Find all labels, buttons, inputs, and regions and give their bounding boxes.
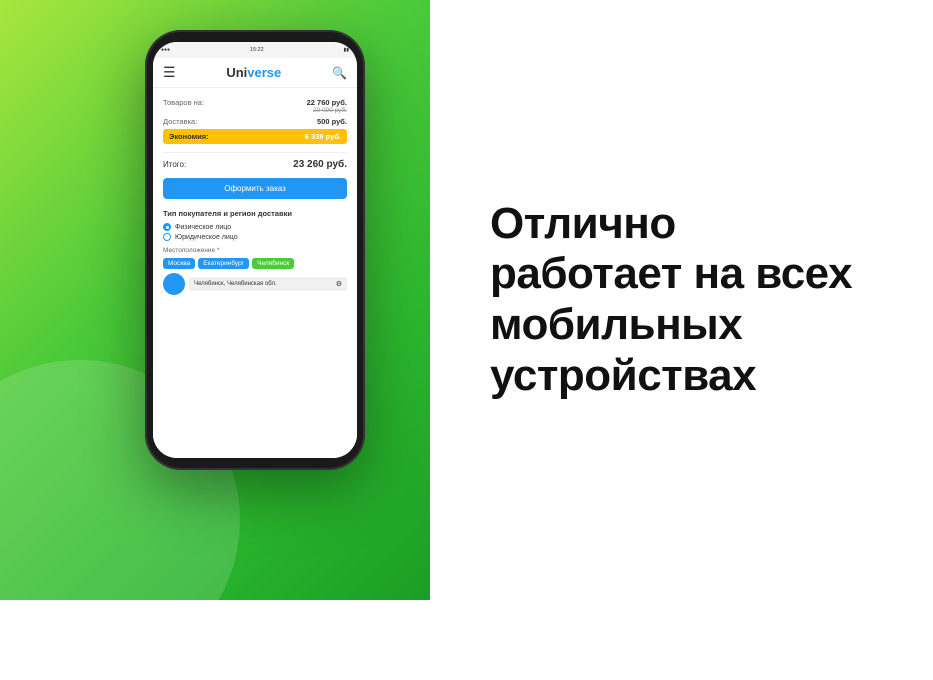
order-button[interactable]: Оформить заказ xyxy=(163,178,347,199)
total-label: Итого: xyxy=(163,160,186,169)
buyer-section-title: Тип покупателя и регион доставки xyxy=(163,209,347,218)
phone-screen: ●●● 15:22 ▮▮ ☰ Universe 🔍 Товаров на: 22… xyxy=(153,42,357,458)
headline: Отлично работает на всех мобильных устро… xyxy=(490,199,852,401)
battery-icon: ▮▮ xyxy=(343,47,349,53)
chip-moscow[interactable]: Москва xyxy=(163,258,195,269)
delivery-row: Доставка: 500 руб. xyxy=(163,117,347,126)
signal-icon: ●●● xyxy=(161,47,170,53)
logo-part1: Uni xyxy=(226,65,247,80)
location-label: Местоположение * xyxy=(163,247,347,254)
radio-inner xyxy=(166,226,169,229)
headline-line1: Отлично xyxy=(490,199,852,250)
total-value: 23 260 руб. xyxy=(293,159,347,170)
goods-old-value: 29 099 руб. xyxy=(307,107,347,114)
settings-icon[interactable]: ⚙ xyxy=(336,280,342,288)
phone-body: ●●● 15:22 ▮▮ ☰ Universe 🔍 Товаров на: 22… xyxy=(145,30,365,470)
delivery-value: 500 руб. xyxy=(317,117,347,126)
app-content: Товаров на: 22 760 руб. 29 099 руб. Дост… xyxy=(153,88,357,458)
hamburger-icon[interactable]: ☰ xyxy=(163,64,176,81)
delivery-label: Доставка: xyxy=(163,117,197,126)
total-row: Итого: 23 260 руб. xyxy=(163,159,347,170)
radio-individual[interactable]: Физическое лицо xyxy=(163,223,347,231)
city-row: Челябинск, Челябинская обл. ⚙ xyxy=(163,273,347,295)
goods-value: 22 760 руб. 29 099 руб. xyxy=(307,98,347,114)
economy-value: 6 339 руб. xyxy=(305,132,341,141)
city-input[interactable]: Челябинск, Челябинская обл. ⚙ xyxy=(189,277,347,291)
city-avatar xyxy=(163,273,185,295)
right-panel: Отлично работает на всех мобильных устро… xyxy=(430,0,933,600)
radio-dot-filled xyxy=(163,223,171,231)
chip-chelyabinsk[interactable]: Челябинск xyxy=(252,258,294,269)
app-header: ☰ Universe 🔍 xyxy=(153,58,357,88)
economy-label: Экономия: xyxy=(169,132,209,141)
headline-line4: устройствах xyxy=(490,351,852,402)
buyer-section: Тип покупателя и регион доставки Физичес… xyxy=(163,209,347,295)
individual-label: Физическое лицо xyxy=(175,224,231,231)
status-time: 15:22 xyxy=(250,47,264,53)
phone-mockup: ●●● 15:22 ▮▮ ☰ Universe 🔍 Товаров на: 22… xyxy=(145,30,365,470)
legal-label: Юридическое лицо xyxy=(175,234,238,241)
radio-group: Физическое лицо Юридическое лицо xyxy=(163,223,347,241)
search-icon[interactable]: 🔍 xyxy=(332,66,347,80)
location-chips: Москва Екатеринбург Челябинск xyxy=(163,258,347,269)
chip-ekaterinburg[interactable]: Екатеринбург xyxy=(198,258,249,269)
divider xyxy=(163,152,347,153)
headline-line3: мобильных xyxy=(490,300,852,351)
app-logo: Universe xyxy=(226,65,281,80)
economy-row: Экономия: 6 339 руб. xyxy=(163,129,347,144)
radio-legal[interactable]: Юридическое лицо xyxy=(163,233,347,241)
goods-row: Товаров на: 22 760 руб. 29 099 руб. xyxy=(163,98,347,114)
logo-part2: verse xyxy=(247,65,281,80)
goods-label: Товаров на: xyxy=(163,98,204,114)
status-bar: ●●● 15:22 ▮▮ xyxy=(153,42,357,58)
radio-dot-empty xyxy=(163,233,171,241)
city-input-value: Челябинск, Челябинская обл. xyxy=(194,281,277,287)
headline-line2: работает на всех xyxy=(490,249,852,300)
